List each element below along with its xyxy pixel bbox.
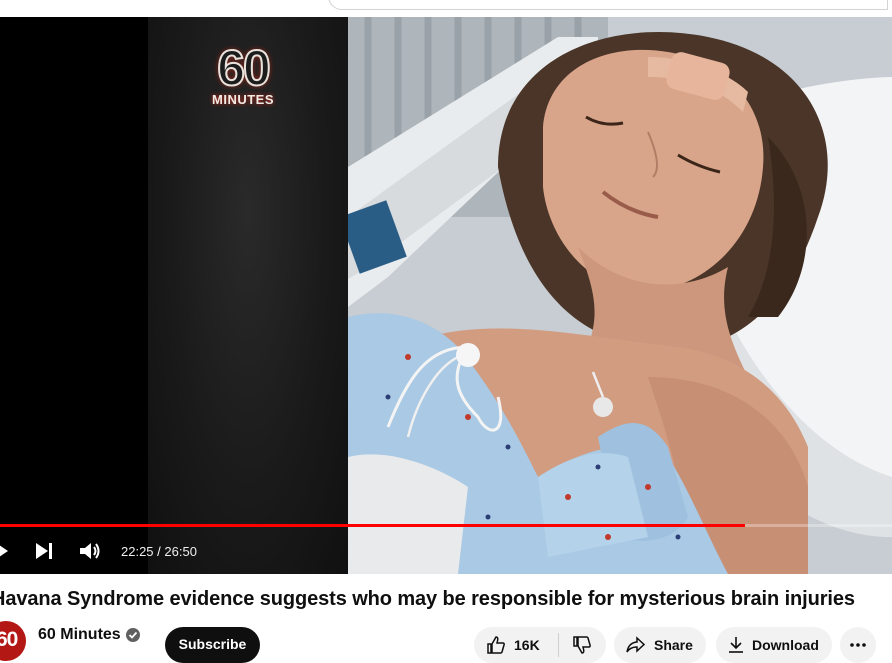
- play-icon: [0, 545, 8, 557]
- avatar-text: 60: [0, 628, 18, 651]
- video-letterbox: [0, 17, 148, 574]
- download-icon: [729, 637, 743, 653]
- search-box-edge[interactable]: [328, 0, 888, 10]
- masthead-strip: [0, 0, 892, 17]
- share-button[interactable]: Share: [614, 627, 706, 663]
- video-title: Havana Syndrome evidence suggests who ma…: [0, 588, 855, 610]
- progress-bar[interactable]: [0, 524, 892, 527]
- share-label: Share: [654, 637, 693, 653]
- video-frame-scene: [348, 17, 892, 574]
- mute-button[interactable]: [79, 537, 103, 565]
- video-player[interactable]: 60 MINUTES 22:25 / 26:50: [0, 17, 892, 574]
- hospital-scene-illustration: [348, 17, 892, 574]
- download-label: Download: [752, 637, 819, 653]
- subscribe-button[interactable]: Subscribe: [165, 627, 260, 663]
- dislike-icon: [573, 636, 591, 654]
- progress-bar-played: [0, 524, 745, 527]
- like-dislike-group: 16K: [474, 627, 606, 663]
- duration: 26:50: [164, 544, 197, 559]
- logo-word: MINUTES: [212, 92, 274, 107]
- logo-number: 60: [216, 39, 272, 97]
- sixty-minutes-logo: 60 MINUTES: [193, 39, 293, 111]
- next-button[interactable]: [32, 537, 56, 565]
- download-button[interactable]: Download: [716, 627, 832, 663]
- share-icon: [626, 636, 646, 653]
- next-icon: [36, 543, 52, 559]
- channel-name-row[interactable]: 60 Minutes: [38, 626, 140, 644]
- channel-name[interactable]: 60 Minutes: [38, 626, 121, 644]
- like-button[interactable]: 16K: [474, 627, 558, 663]
- verified-icon: [125, 628, 140, 642]
- like-icon: [487, 636, 505, 654]
- play-button[interactable]: [0, 537, 12, 565]
- time-display: 22:25 / 26:50: [121, 544, 197, 559]
- more-actions-button[interactable]: [840, 627, 876, 663]
- player-controls: 22:25 / 26:50: [0, 537, 260, 565]
- current-time: 22:25: [121, 544, 154, 559]
- more-icon: [850, 643, 866, 647]
- volume-icon: [80, 543, 100, 559]
- like-count: 16K: [514, 637, 540, 653]
- dislike-button[interactable]: [559, 627, 605, 663]
- channel-avatar[interactable]: 60: [0, 621, 26, 661]
